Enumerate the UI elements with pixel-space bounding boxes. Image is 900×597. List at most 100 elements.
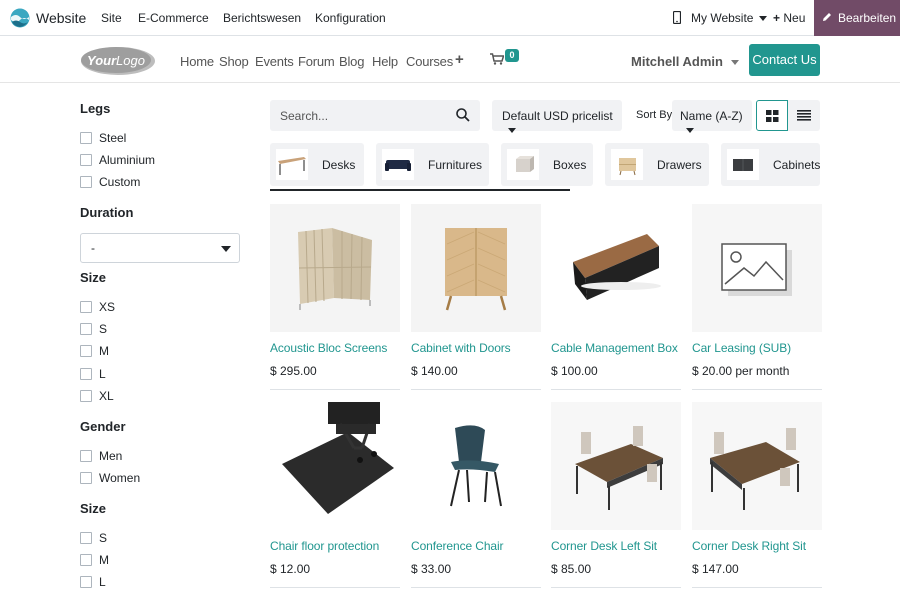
product-name[interactable]: Cable Management Box [551, 341, 678, 355]
pencil-icon [823, 13, 831, 21]
nav-events[interactable]: Events [255, 54, 294, 69]
divider [692, 587, 822, 588]
checkbox[interactable] [80, 323, 92, 335]
filter-title-gender: Gender [80, 419, 126, 434]
checkbox[interactable] [80, 301, 92, 313]
list-icon [797, 110, 811, 121]
app-name[interactable]: Website [36, 10, 86, 26]
cart-icon[interactable] [490, 53, 504, 65]
divider [551, 587, 681, 588]
product-price: $ 140.00 [411, 364, 458, 378]
duration-select[interactable]: - [80, 233, 240, 263]
menu-site[interactable]: Site [101, 11, 122, 25]
duration-value: - [91, 241, 95, 255]
search-icon[interactable] [456, 108, 470, 122]
pricelist-dropdown[interactable]: Default USD pricelist [492, 100, 622, 134]
edit-label: Bearbeiten [838, 11, 897, 25]
product-image[interactable] [270, 402, 400, 530]
chevron-down-icon [730, 60, 739, 66]
nav-forum[interactable]: Forum [298, 54, 335, 69]
grid-icon [766, 110, 779, 122]
grid-view-button[interactable] [756, 100, 788, 131]
category-label: Cabinets [773, 158, 821, 172]
website-app-icon[interactable] [10, 8, 30, 28]
nav-blog[interactable]: Blog [339, 54, 364, 69]
sort-by-label: Sort By: [636, 109, 676, 121]
corner-desk-left-image [551, 402, 681, 530]
product-image[interactable] [411, 402, 541, 530]
category-cabinets[interactable]: Cabinets [721, 143, 820, 186]
filter-title-size: Size [80, 270, 107, 285]
menu-configuration[interactable]: Konfiguration [315, 11, 386, 25]
menu-ecommerce[interactable]: E-Commerce [138, 11, 209, 25]
divider [692, 389, 822, 390]
desks-thumbnail [276, 149, 308, 180]
product-name[interactable]: Chair floor protection [270, 539, 379, 553]
product-image[interactable] [551, 204, 681, 332]
checkbox[interactable] [80, 176, 92, 188]
category-label: Boxes [553, 158, 587, 172]
boxes-thumbnail [507, 149, 539, 180]
product-image[interactable] [411, 204, 541, 332]
category-drawers[interactable]: Drawers [605, 143, 709, 186]
edit-button[interactable]: Bearbeiten [814, 0, 900, 36]
product-name[interactable]: Car Leasing (SUB) [692, 341, 791, 355]
product-image[interactable] [692, 402, 822, 530]
divider [551, 389, 681, 390]
checkbox[interactable] [80, 450, 92, 462]
product-image[interactable] [551, 402, 681, 530]
product-image[interactable] [270, 204, 400, 332]
product-name[interactable]: Cabinet with Doors [411, 341, 511, 355]
cable-box-image [551, 204, 681, 332]
nav-help[interactable]: Help [372, 54, 398, 69]
checkbox[interactable] [80, 390, 92, 402]
menu-reporting[interactable]: Berichtswesen [223, 11, 301, 25]
product-name[interactable]: Conference Chair [411, 539, 504, 553]
category-furnitures[interactable]: Furnitures [376, 143, 489, 186]
user-menu[interactable]: Mitchell Admin [631, 54, 739, 69]
product-price: $ 100.00 [551, 364, 598, 378]
checkbox[interactable] [80, 368, 92, 380]
checkbox[interactable] [80, 154, 92, 166]
product-price: $ 33.00 [411, 562, 452, 576]
checkbox[interactable] [80, 576, 92, 588]
product-name[interactable]: Corner Desk Left Sit [551, 539, 657, 553]
filter-title-legs: Legs [80, 101, 111, 116]
product-name[interactable]: Acoustic Bloc Screens [270, 341, 387, 355]
checkbox[interactable] [80, 472, 92, 484]
filter-title-duration: Duration [80, 205, 134, 220]
sort-dropdown[interactable]: Name (A-Z) [672, 100, 752, 134]
my-website-dropdown[interactable]: My Website [691, 11, 768, 25]
new-button[interactable]: + Neu [773, 11, 805, 25]
my-website-label: My Website [691, 11, 754, 25]
search-input[interactable] [270, 100, 450, 131]
your-logo[interactable]: Your Logo [80, 44, 156, 76]
list-view-button[interactable] [788, 100, 820, 131]
category-scroll-indicator [270, 189, 570, 191]
divider [270, 389, 400, 390]
contact-us-button[interactable]: Contact Us [749, 44, 820, 76]
site-header: Your Logo Home Shop Events Forum Blog He… [0, 37, 900, 83]
product-price: $ 147.00 [692, 562, 739, 576]
category-label: Desks [322, 158, 356, 172]
nav-courses[interactable]: Courses [406, 54, 453, 69]
cabinet-doors-image [411, 204, 541, 332]
nav-home[interactable]: Home [180, 54, 214, 69]
mobile-icon[interactable] [673, 11, 681, 24]
category-boxes[interactable]: Boxes [501, 143, 593, 186]
category-desks[interactable]: Desks [270, 143, 364, 186]
svg-text:Logo: Logo [116, 53, 145, 68]
nav-shop[interactable]: Shop [219, 54, 249, 69]
product-image[interactable] [692, 204, 822, 332]
new-label: Neu [783, 11, 806, 25]
user-name: Mitchell Admin [631, 54, 723, 69]
checkbox[interactable] [80, 554, 92, 566]
chevron-down-icon [221, 246, 231, 252]
add-menu-plus-icon[interactable]: + [455, 51, 464, 68]
checkbox[interactable] [80, 532, 92, 544]
product-name[interactable]: Corner Desk Right Sit [692, 539, 806, 553]
admin-bar: Website Site E-Commerce Berichtswesen Ko… [0, 0, 900, 36]
product-price: $ 12.00 [270, 562, 311, 576]
checkbox[interactable] [80, 132, 92, 144]
checkbox[interactable] [80, 345, 92, 357]
